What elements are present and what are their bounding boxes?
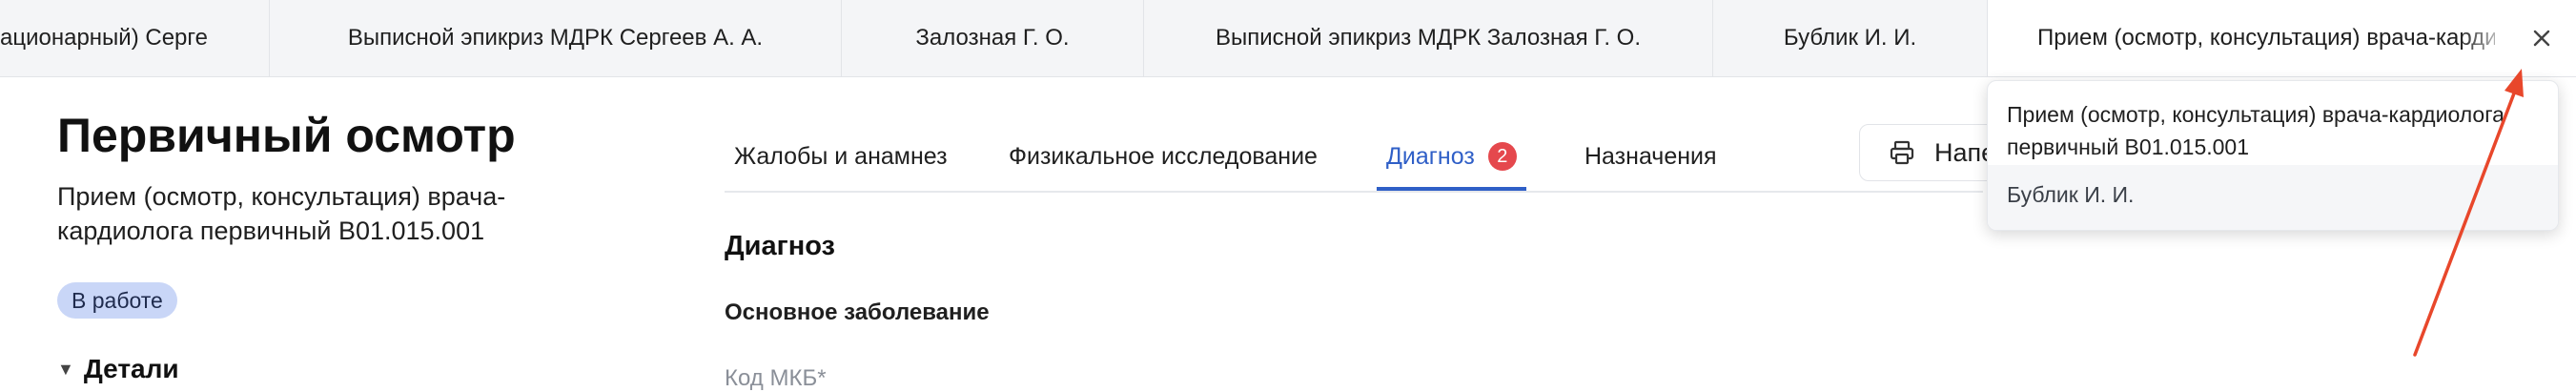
details-label: Детали (83, 354, 179, 383)
tab-physical-exam[interactable]: Физикальное исследование (1009, 134, 1318, 191)
details-toggle[interactable]: ▼ Детали (57, 354, 179, 384)
document-tab[interactable]: Выписной эпикриз МДРК Залозная Г. О. (1144, 0, 1713, 76)
page-subtitle: Прием (осмотр, консультация) врача-карди… (57, 182, 506, 245)
icd-code-label: Код МКБ* (725, 365, 827, 391)
page-title: Первичный осмотр (57, 109, 516, 162)
count-badge: 2 (1487, 142, 1517, 171)
printer-icon (1890, 140, 1914, 165)
tab-label: Жалобы и анамнез (734, 143, 948, 170)
document-tab[interactable]: Бублик И. И. (1713, 0, 1988, 76)
document-tab[interactable]: Выписной эпикриз МДРК Сергеев А. А. (270, 0, 842, 76)
tab-prescriptions[interactable]: Назначения (1584, 134, 1717, 191)
document-tab[interactable]: Залозная Г. О. (842, 0, 1144, 76)
document-tab-label: ационарный) Серге (0, 25, 208, 51)
field-heading: Основное заболевание (725, 299, 990, 325)
document-tab-label: Выписной эпикриз МДРК Залозная Г. О. (1215, 25, 1641, 51)
close-icon (2533, 30, 2550, 47)
document-tab-label: Залозная Г. О. (915, 25, 1070, 51)
document-tab[interactable]: ационарный) Серге (0, 0, 270, 76)
section-heading: Диагноз (725, 231, 835, 261)
document-tab-label: Бублик И. И. (1783, 25, 1917, 51)
status-badge: В работе (57, 282, 177, 319)
tab-label: Диагноз (1386, 143, 1475, 170)
document-tab-active[interactable]: Прием (осмотр, консультация) врача-карди… (1988, 0, 2576, 76)
tab-tooltip-popover: Прием (осмотр, консультация) врача-карди… (1987, 80, 2559, 231)
document-tab-label: Выписной эпикриз МДРК Сергеев А. А. (347, 25, 764, 51)
tab-complaints[interactable]: Жалобы и анамнез (734, 134, 948, 191)
tab-label: Физикальное исследование (1009, 143, 1318, 170)
document-tab-strip: ационарный) Серге Выписной эпикриз МДРК … (0, 0, 2576, 77)
close-tab-button[interactable] (2528, 25, 2555, 52)
popover-title: Прием (осмотр, консультация) врача-карди… (2007, 102, 2504, 159)
tab-label: Назначения (1584, 143, 1717, 170)
caret-down-icon: ▼ (57, 359, 74, 379)
popover-patient: Бублик И. И. (1988, 165, 2558, 230)
section-tabs: Жалобы и анамнез Физикальное исследовани… (725, 134, 1983, 193)
document-tab-label: Прием (осмотр, консультация) врача-карди… (2037, 25, 2495, 51)
tab-diagnosis[interactable]: Диагноз 2 (1377, 134, 1526, 191)
